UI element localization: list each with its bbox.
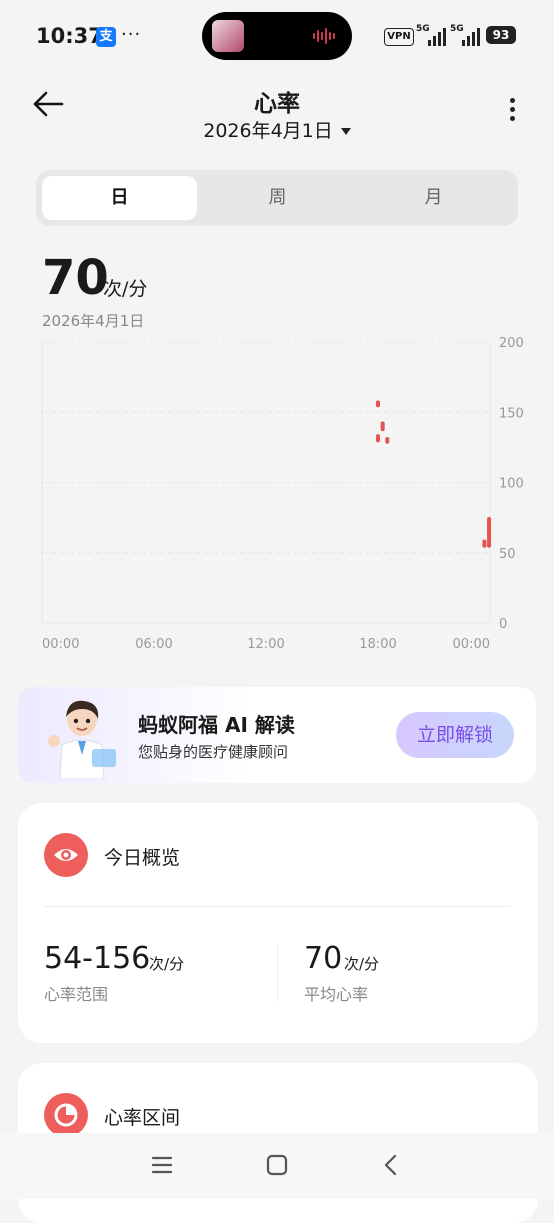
system-nav-bar (0, 1133, 554, 1199)
y-tick-label: 150 (499, 406, 524, 421)
date-picker[interactable]: 2026年4月1日 (0, 116, 554, 143)
signal-icon: 5G (450, 24, 482, 46)
heart-rate-date: 2026年4月1日 (42, 312, 145, 330)
battery-indicator: 93 (486, 26, 516, 44)
heart-rate-range-unit: 次/分 (149, 955, 185, 973)
heart-rate-chart[interactable]: 0 50 100 150 200 00:00 06:00 12:00 18:00 00:00 (0, 330, 554, 660)
average-heart-rate-label: 平均心率 (304, 985, 369, 1004)
vpn-badge: VPN (384, 28, 414, 46)
y-tick-label: 100 (499, 477, 524, 492)
x-tick-label: 06:00 (135, 637, 172, 652)
ai-card-title: 蚂蚁阿福 AI 解读 (138, 713, 295, 737)
x-tick-label: 00:00 (453, 637, 490, 652)
status-time: 10:37 (36, 24, 103, 48)
heart-rate-unit: 次/分 (103, 278, 148, 300)
overview-title: 今日概览 (104, 847, 181, 869)
y-tick-label: 200 (499, 336, 524, 351)
home-icon[interactable] (265, 1154, 289, 1176)
dynamic-island[interactable] (202, 12, 352, 60)
tab-month[interactable]: 月 (356, 176, 511, 220)
heart-rate-value: 70 (42, 250, 109, 306)
ai-card-subtitle: 您贴身的医疗健康顾问 (138, 743, 289, 761)
zones-title: 心率区间 (104, 1107, 181, 1129)
notification-more-icon: ··· (121, 24, 142, 45)
divider (277, 945, 278, 1001)
period-tabs: 日 周 月 (36, 170, 518, 226)
back-nav-icon[interactable] (380, 1153, 402, 1177)
tab-week[interactable]: 周 (200, 176, 355, 220)
unlock-button[interactable]: 立即解锁 (396, 712, 514, 758)
doctor-avatar-icon (48, 700, 116, 779)
zone-pie-icon (44, 1093, 88, 1137)
y-tick-label: 0 (499, 617, 507, 632)
divider (44, 906, 510, 907)
heart-rate-range-value: 54-156 (44, 941, 151, 976)
caret-down-icon (340, 128, 351, 135)
x-tick-label: 12:00 (247, 637, 284, 652)
average-heart-rate-unit: 次/分 (344, 955, 380, 973)
eye-icon (44, 833, 88, 877)
average-heart-rate-value: 70 (304, 941, 343, 976)
x-tick-label: 18:00 (359, 637, 396, 652)
signal-label: 5G (416, 24, 430, 34)
date-picker-label: 2026年4月1日 (203, 120, 333, 142)
ai-insight-card[interactable]: 蚂蚁阿福 AI 解读 您贴身的医疗健康顾问 立即解锁 (18, 687, 536, 783)
audio-wave-icon (313, 28, 335, 44)
y-tick-label: 50 (499, 547, 516, 562)
menu-icon[interactable] (150, 1155, 174, 1175)
more-options-icon[interactable] (502, 98, 522, 124)
media-thumbnail (212, 20, 244, 52)
tab-day[interactable]: 日 (42, 176, 197, 220)
signal-icon: 5G (416, 24, 448, 46)
heart-rate-range-label: 心率范围 (44, 985, 109, 1004)
alipay-icon: 支 (96, 27, 116, 47)
today-overview-card: 今日概览 54-156 次/分 心率范围 70 次/分 平均心率 (18, 803, 538, 1043)
page-title: 心率 (254, 91, 300, 117)
signal-label: 5G (450, 24, 464, 34)
x-tick-label: 00:00 (42, 637, 79, 652)
